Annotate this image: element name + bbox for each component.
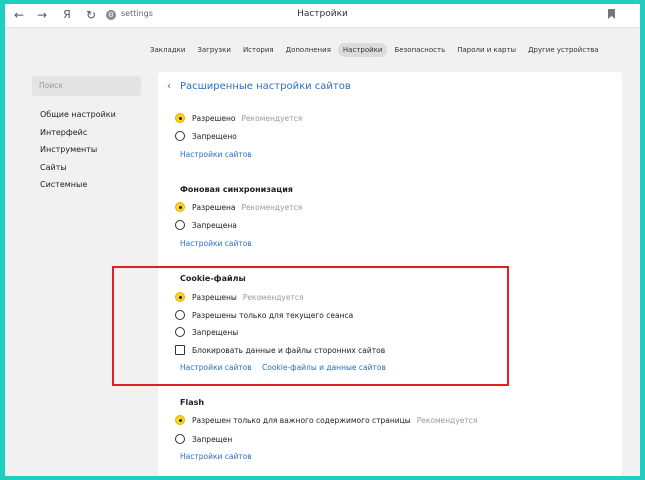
checkbox-option[interactable]: Блокировать данные и файлы сторонних сай… xyxy=(175,344,385,356)
radio-unselected-icon[interactable] xyxy=(175,220,185,230)
tab-downloads[interactable]: Загрузки xyxy=(192,43,236,57)
radio-selected-icon[interactable] xyxy=(175,415,185,425)
radio-unselected-icon[interactable] xyxy=(175,310,185,320)
radio-selected-icon[interactable] xyxy=(175,113,185,123)
site-settings-link[interactable]: Настройки сайтов xyxy=(180,452,252,461)
panel-header: ‹ Расширенные настройки сайтов xyxy=(158,72,622,102)
radio-option[interactable]: Разрешено Рекомендуется xyxy=(175,112,302,124)
search-input[interactable]: Поиск xyxy=(32,76,141,96)
checkbox-label: Блокировать данные и файлы сторонних сай… xyxy=(192,345,386,355)
checkbox-icon[interactable] xyxy=(175,345,185,355)
recommended-hint: Рекомендуется xyxy=(242,292,304,302)
option-label: Разрешены xyxy=(192,292,237,302)
settings-sidebar: Поиск Общие настройки Интерфейс Инструме… xyxy=(32,76,147,194)
radio-option[interactable]: Запрещен xyxy=(175,433,232,445)
option-label: Разрешен только для важного содержимого … xyxy=(192,415,411,425)
option-label: Запрещены xyxy=(192,327,239,337)
radio-unselected-icon[interactable] xyxy=(175,434,185,444)
option-label: Запрещено xyxy=(192,131,237,141)
recommended-hint: Рекомендуется xyxy=(241,113,303,123)
radio-selected-icon[interactable] xyxy=(175,202,185,212)
option-label: Разрешено xyxy=(192,113,236,123)
sidebar-item-sites[interactable]: Сайты xyxy=(32,159,147,177)
settings-panel: ‹ Расширенные настройки сайтов Разрешено… xyxy=(158,72,622,476)
site-settings-link[interactable]: Настройки сайтов xyxy=(180,150,252,159)
site-settings-link[interactable]: Настройки сайтов xyxy=(180,363,252,372)
site-settings-link[interactable]: Настройки сайтов xyxy=(180,239,252,248)
option-label: Разрешена xyxy=(192,202,236,212)
option-label: Запрещена xyxy=(192,220,237,230)
option-label: Разрешены только для текущего сеанса xyxy=(192,310,354,320)
settings-tabs: Закладки Загрузки История Дополнения Нас… xyxy=(145,42,606,58)
radio-option[interactable]: Разрешен только для важного содержимого … xyxy=(175,414,477,426)
tab-security[interactable]: Безопасность xyxy=(389,43,450,57)
section-title: Cookie-файлы xyxy=(180,274,246,283)
radio-unselected-icon[interactable] xyxy=(175,131,185,141)
tab-bookmarks[interactable]: Закладки xyxy=(145,43,190,57)
back-chevron-icon[interactable]: ‹ xyxy=(167,81,171,92)
radio-option[interactable]: Запрещены xyxy=(175,326,238,338)
option-label: Запрещен xyxy=(192,434,233,444)
radio-option[interactable]: Разрешены только для текущего сеанса xyxy=(175,309,353,321)
radio-selected-icon[interactable] xyxy=(175,292,185,302)
tab-history[interactable]: История xyxy=(238,43,279,57)
recommended-hint: Рекомендуется xyxy=(416,415,478,425)
browser-toolbar: ← → Я ↻ ⚙ settings Настройки xyxy=(5,4,640,28)
page-title[interactable]: Расширенные настройки сайтов xyxy=(180,81,351,92)
sidebar-item-general[interactable]: Общие настройки xyxy=(32,106,147,124)
cookie-data-link[interactable]: Cookie-файлы и данные сайтов xyxy=(262,363,386,372)
radio-option[interactable]: Разрешены Рекомендуется xyxy=(175,291,303,303)
recommended-hint: Рекомендуется xyxy=(241,202,303,212)
window-title: Настройки xyxy=(297,9,348,19)
radio-option[interactable]: Запрещена xyxy=(175,219,237,231)
sidebar-item-tools[interactable]: Инструменты xyxy=(32,141,147,159)
tab-passwords[interactable]: Пароли и карты xyxy=(452,43,521,57)
browser-window: ← → Я ↻ ⚙ settings Настройки Закладки За… xyxy=(5,4,640,476)
section-title: Flash xyxy=(180,398,205,407)
section-title: Фоновая синхронизация xyxy=(180,185,293,194)
tab-other-devices[interactable]: Другие устройства xyxy=(523,43,604,57)
radio-unselected-icon[interactable] xyxy=(175,327,185,337)
radio-option[interactable]: Запрещено xyxy=(175,130,237,142)
tab-settings[interactable]: Настройки xyxy=(337,43,388,57)
tab-addons[interactable]: Дополнения xyxy=(281,43,336,57)
sidebar-item-interface[interactable]: Интерфейс xyxy=(32,124,147,142)
sidebar-item-system[interactable]: Системные xyxy=(32,176,147,194)
radio-option[interactable]: Разрешена Рекомендуется xyxy=(175,201,302,213)
